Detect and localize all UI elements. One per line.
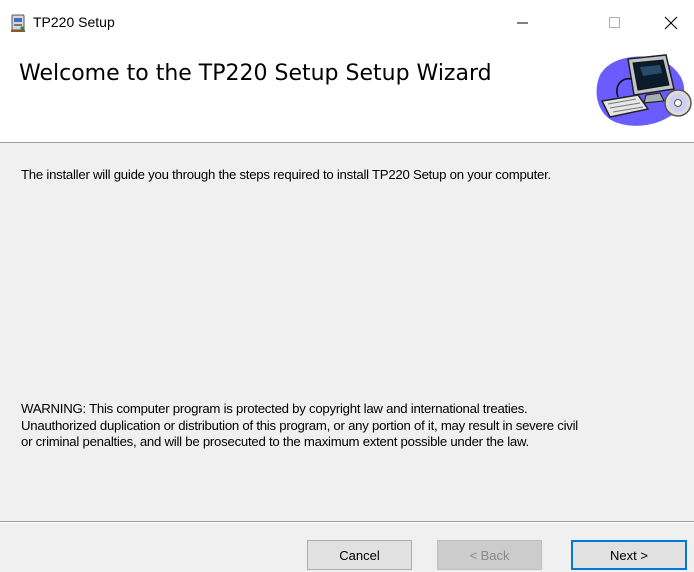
next-button[interactable]: Next > [571,540,687,570]
close-button[interactable] [648,0,694,45]
footer-divider [0,521,694,523]
title-bar[interactable]: TP220 Setup [0,0,694,45]
wizard-heading: Welcome to the TP220 Setup Setup Wizard [19,61,492,86]
minimize-icon [517,22,528,23]
minimize-button[interactable] [500,0,546,45]
intro-text: The installer will guide you through the… [21,167,551,182]
setup-wizard-window: TP220 Setup Welcome to the TP220 Setup S… [0,0,694,572]
close-icon [664,16,678,29]
copyright-warning: WARNING: This computer program is protec… [21,401,687,451]
window-title: TP220 Setup [33,14,115,30]
warning-line: Unauthorized duplication or distribution… [21,417,578,433]
installer-icon [11,14,25,32]
back-button[interactable]: < Back [437,540,542,570]
warning-line: WARNING: This computer program is protec… [21,401,528,416]
cancel-button[interactable]: Cancel [307,540,412,570]
computer-cd-icon [596,54,692,126]
wizard-content: The installer will guide you through the… [0,143,694,521]
warning-line: or criminal penalties, and will be prose… [21,434,529,449]
maximize-icon [609,16,620,28]
maximize-button[interactable] [592,0,638,45]
wizard-banner: Welcome to the TP220 Setup Setup Wizard [0,45,694,143]
